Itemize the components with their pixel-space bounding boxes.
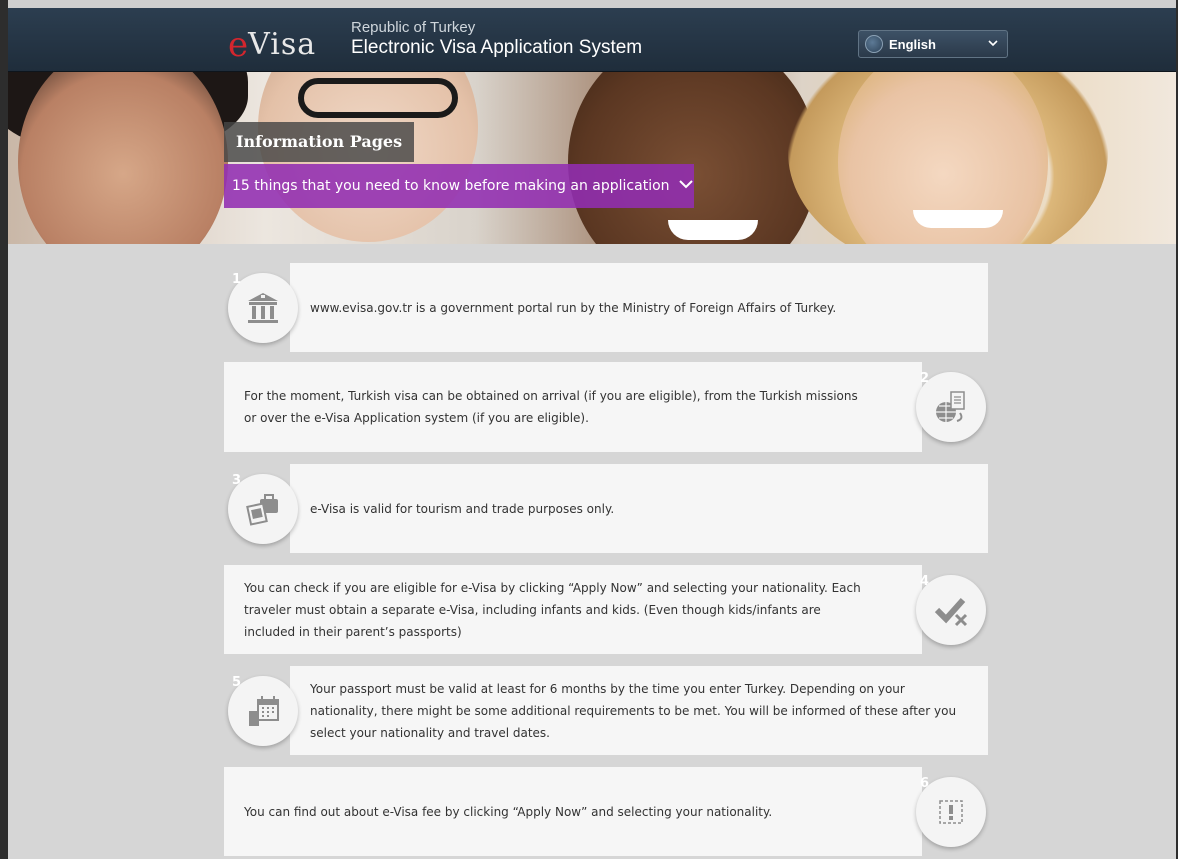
info-item-text: For the moment, Turkish visa can be obta… <box>244 389 858 425</box>
language-value: English <box>889 36 936 52</box>
item-number: 5 <box>232 675 242 690</box>
dropdown-label: 15 things that you need to know before m… <box>232 178 670 194</box>
site-subtitle: Republic of Turkey <box>351 19 476 36</box>
chevron-down-icon <box>678 179 694 194</box>
things-to-know-dropdown[interactable]: 15 things that you need to know before m… <box>224 164 694 208</box>
globe-icon <box>865 35 883 53</box>
section-label: Information Pages <box>224 122 415 162</box>
info-item-text: You can find out about e-Visa fee by cli… <box>244 804 773 819</box>
info-item: For the moment, Turkish visa can be obta… <box>224 362 922 452</box>
info-item-text: Your passport must be valid at least for… <box>310 681 957 740</box>
left-frame <box>0 0 8 859</box>
info-item: e-Visa is valid for tourism and trade pu… <box>290 464 988 553</box>
site-header: e Visa Republic of Turkey Electronic Visa… <box>8 8 1176 72</box>
evisa-logo[interactable]: e Visa <box>228 22 317 65</box>
chevron-down-icon <box>987 37 999 52</box>
site-title-block: Republic of Turkey Electronic Visa Appli… <box>351 20 642 60</box>
item-number: 2 <box>920 371 930 386</box>
item-number: 1 <box>232 272 242 287</box>
language-select[interactable]: English <box>858 30 1008 58</box>
info-item: www.evisa.gov.tr is a government portal … <box>290 263 988 352</box>
info-item-text: You can check if you are eligible for e-… <box>244 580 861 639</box>
logo-e: e <box>228 25 249 65</box>
hero-banner <box>8 72 1176 244</box>
item-number: 4 <box>920 574 930 589</box>
item-number: 3 <box>232 473 242 488</box>
info-item-text: www.evisa.gov.tr is a government portal … <box>310 300 837 315</box>
site-title: Electronic Visa Application System <box>351 37 643 58</box>
info-item-text: e-Visa is valid for tourism and trade pu… <box>310 501 615 516</box>
item-number: 6 <box>920 776 930 791</box>
info-item: You can check if you are eligible for e-… <box>224 565 922 654</box>
logo-visa: Visa <box>248 27 317 62</box>
info-item: Your passport must be valid at least for… <box>290 666 988 755</box>
top-strip <box>0 0 1178 8</box>
info-item: You can find out about e-Visa fee by cli… <box>224 767 922 856</box>
